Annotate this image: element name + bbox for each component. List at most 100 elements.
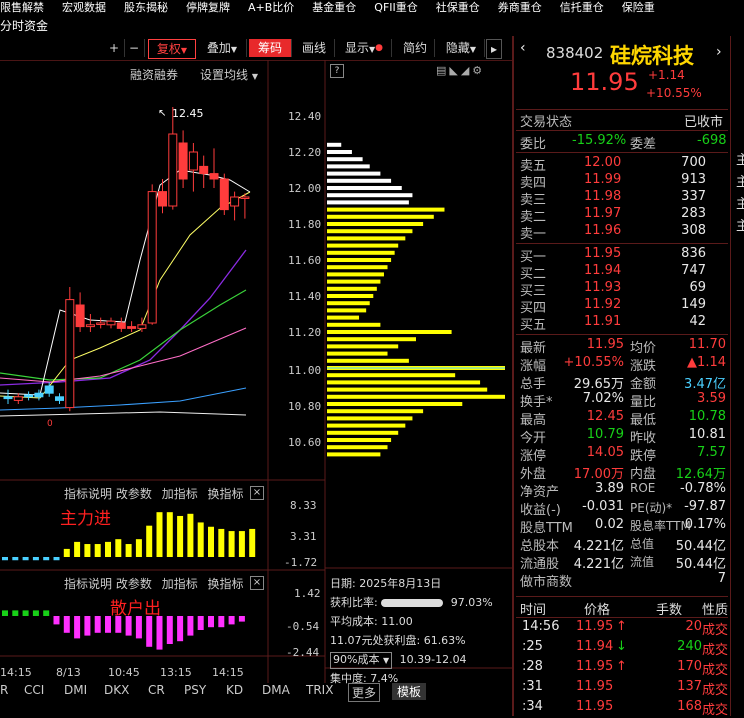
candle-body <box>44 385 54 394</box>
trade-row[interactable]: :34 11.95 168 成交 <box>516 699 728 718</box>
cost-percent-select[interactable]: 90%成本 ▼ <box>330 652 393 669</box>
indicator-params-link[interactable]: 改参数 <box>116 577 152 591</box>
order-price: 11.96 <box>584 223 622 238</box>
profit-ratio-row: 获利比率: 97.03% <box>330 593 510 612</box>
order-row[interactable]: 买一 11.95 836 <box>516 246 728 265</box>
fund-value: 7 <box>717 571 726 586</box>
indicator1-bar <box>2 557 8 561</box>
price-axis-label: 12.40 <box>288 110 322 123</box>
panel-divider <box>730 36 731 716</box>
top-menu-item[interactable]: QFII重仓 <box>374 2 417 13</box>
chip-bar <box>327 330 452 334</box>
trade-time: :28 <box>522 659 543 674</box>
order-row[interactable]: 卖三 11.98 337 <box>516 189 728 208</box>
ma-settings-dropdown[interactable]: 设置均线 ▼ <box>200 66 258 83</box>
indicator-add-link[interactable]: 加指标 <box>162 577 198 591</box>
zoom-out-button[interactable]: − <box>124 39 145 57</box>
indicator-tab[interactable]: R <box>0 683 8 697</box>
order-row[interactable]: 买四 11.92 149 <box>516 297 728 316</box>
fundamental-row: 收益(-) -0.031 PE(动)* -97.87 <box>516 499 728 518</box>
order-vol: 308 <box>681 223 706 238</box>
expand-panel-button[interactable]: ▸ <box>486 39 502 59</box>
indicator-switch-link[interactable]: 换指标 <box>208 487 244 501</box>
candle-body <box>34 392 44 398</box>
top-menu-item[interactable]: 宏观数据 <box>62 2 106 13</box>
order-row[interactable]: 买二 11.94 747 <box>516 263 728 282</box>
indicator1-bar <box>156 512 163 557</box>
stat-label: 最低 <box>630 413 657 428</box>
collapse-arrow-icon[interactable]: ‹ <box>520 40 526 56</box>
indicator1-bar <box>218 528 225 557</box>
trade-row[interactable]: :25 11.94 ↓ 240 成交 <box>516 639 728 658</box>
indicator-tab[interactable]: DKX <box>104 683 129 697</box>
template-button[interactable]: 模板 <box>392 683 427 700</box>
chouma-button[interactable]: 筹码 <box>249 39 292 57</box>
indicator-params-link[interactable]: 改参数 <box>116 487 152 501</box>
price-axis-label: 10.80 <box>288 400 322 413</box>
xianshi-dropdown[interactable]: 显示▼● <box>337 39 392 57</box>
time-axis-label: 10:45 <box>108 666 140 679</box>
fuquan-dropdown[interactable]: 复权▼ <box>148 39 196 59</box>
high-price-label: 12.45 <box>172 107 204 120</box>
diejia-dropdown[interactable]: 叠加▼ <box>198 39 247 57</box>
order-row[interactable]: 卖一 11.96 308 <box>516 223 728 242</box>
more-tabs-button[interactable]: 更多 <box>348 683 381 702</box>
top-menu-item[interactable]: 基金重仓 <box>312 2 356 13</box>
top-menu-item[interactable]: 券商重仓 <box>498 2 542 13</box>
indicator-switch-link[interactable]: 换指标 <box>208 577 244 591</box>
indicator1-axis-label: -1.72 <box>284 556 318 569</box>
indicator-tab[interactable]: KD <box>226 683 243 697</box>
quote-stat-row: 涨停 14.05 跌停 7.57 <box>516 445 728 464</box>
fundamental-row: 做市商数 7 <box>516 571 728 590</box>
sub-tab-fenshi-zijin[interactable]: 分时资金 <box>0 17 48 34</box>
stat-label: 涨跌 <box>630 359 657 374</box>
fund-label: 流值 <box>630 555 655 569</box>
indicator-tab[interactable]: TRIX <box>306 683 333 697</box>
indicator2-bar <box>197 616 204 630</box>
help-icon[interactable]: ? <box>330 64 344 78</box>
order-row[interactable]: 卖二 11.97 283 <box>516 206 728 225</box>
top-menu-item[interactable]: 保险重 <box>622 2 655 13</box>
indicator-tab[interactable]: DMI <box>64 683 87 697</box>
trade-row[interactable]: 14:56 11.95 ↑ 20 成交 <box>516 619 728 638</box>
stat-label: 涨停 <box>520 449 547 464</box>
top-menu-item[interactable]: A+B比价 <box>248 2 294 13</box>
chip-bar <box>327 279 381 284</box>
indicator2-bar <box>94 616 101 633</box>
indicator-tab[interactable]: PSY <box>184 683 206 697</box>
close-icon[interactable]: × <box>250 576 264 590</box>
indicator1-bar <box>228 531 235 557</box>
trade-row[interactable]: :28 11.95 ↑ 170 成交 <box>516 659 728 678</box>
indicator-tab[interactable]: CCI <box>24 683 44 697</box>
indicator-tab[interactable]: CR <box>148 683 165 697</box>
chip-bar <box>327 207 445 212</box>
top-menu-item[interactable]: 限售解禁 <box>0 2 44 13</box>
chip-panel-tool-icons[interactable]: ▤◣◢⚙ <box>436 64 485 77</box>
top-menu-item[interactable]: 社保重仓 <box>436 2 480 13</box>
jianyue-button[interactable]: 简约 <box>396 39 435 57</box>
quote-stat-row: 换手* 7.02% 量比 3.59 <box>516 391 728 410</box>
top-menu-item[interactable]: 停牌复牌 <box>186 2 230 13</box>
order-row[interactable]: 卖四 11.99 913 <box>516 172 728 191</box>
price-axis-label: 11.00 <box>288 364 322 377</box>
top-menu-item[interactable]: 股东揭秘 <box>124 2 168 13</box>
zoom-in-button[interactable]: + <box>104 39 125 57</box>
trade-row[interactable]: :31 11.95 137 成交 <box>516 679 728 698</box>
next-stock-arrow-icon[interactable]: › <box>716 44 722 60</box>
order-row[interactable]: 买三 11.93 69 <box>516 280 728 299</box>
indicator-help-link[interactable]: 指标说明 <box>64 487 112 501</box>
rzrq-link[interactable]: 融资融券 <box>130 66 178 83</box>
trade-arrow-icon: ↑ <box>616 619 627 634</box>
close-icon[interactable]: × <box>250 486 264 500</box>
huaxian-button[interactable]: 画线 <box>294 39 335 57</box>
order-row[interactable]: 卖五 12.00 700 <box>516 155 728 174</box>
indicator-add-link[interactable]: 加指标 <box>162 487 198 501</box>
price-axis-label: 11.20 <box>288 326 322 339</box>
top-menu-item[interactable]: 信托重仓 <box>560 2 604 13</box>
yincang-dropdown[interactable]: 隐藏▼ <box>438 39 485 57</box>
stat-value: 10.78 <box>688 409 726 424</box>
divider <box>516 596 728 597</box>
order-row[interactable]: 买五 11.91 42 <box>516 314 728 333</box>
indicator-tab[interactable]: DMA <box>262 683 290 697</box>
indicator-help-link[interactable]: 指标说明 <box>64 577 112 591</box>
